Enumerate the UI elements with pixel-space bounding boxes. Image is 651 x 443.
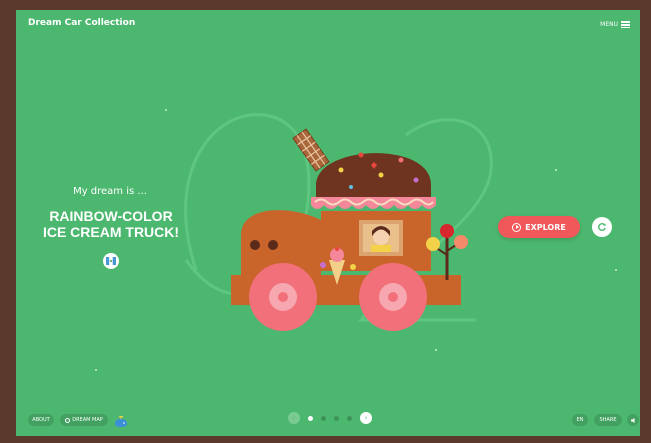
app-logo[interactable]: Dream Car Collection bbox=[28, 18, 135, 28]
guatemala-flag-icon bbox=[103, 253, 119, 269]
about-button[interactable]: ABOUT bbox=[28, 414, 54, 426]
dream-title-line1: RAINBOW-COLOR bbox=[49, 208, 173, 224]
language-button[interactable]: EN bbox=[572, 414, 588, 426]
ice-cream-truck-illustration bbox=[231, 128, 468, 331]
map-pin-icon bbox=[65, 417, 71, 423]
hamburger-icon bbox=[621, 20, 630, 30]
share-label: SHARE bbox=[599, 417, 617, 423]
pager: ‹ › bbox=[288, 412, 372, 424]
share-button[interactable]: SHARE bbox=[594, 414, 622, 426]
pager-dot-1[interactable] bbox=[308, 415, 313, 421]
dream-title: RAINBOW-COLOR ICE CREAM TRUCK! bbox=[38, 208, 184, 240]
dream-map-label: DREAM MAP bbox=[72, 417, 103, 423]
language-label: EN bbox=[576, 417, 584, 423]
waffle-cookie bbox=[292, 128, 330, 172]
pager-dot-2[interactable] bbox=[321, 415, 326, 421]
menu-button[interactable]: MENU bbox=[600, 20, 630, 30]
explore-label: EXPLORE bbox=[525, 222, 566, 232]
whale-icon bbox=[114, 413, 128, 432]
explore-button[interactable]: EXPLORE bbox=[498, 216, 580, 238]
pager-dot-3[interactable] bbox=[334, 415, 339, 421]
speaker-icon[interactable] bbox=[627, 414, 639, 426]
dream-title-line2: ICE CREAM TRUCK! bbox=[42, 224, 180, 240]
dream-map-button[interactable]: DREAM MAP bbox=[60, 414, 108, 426]
app-stage: Dream Car Collection MENU My dream is ..… bbox=[16, 10, 640, 436]
rear-wheel bbox=[359, 263, 427, 331]
prev-arrow-icon[interactable]: ‹ bbox=[288, 412, 300, 424]
play-icon bbox=[512, 222, 522, 232]
next-arrow-icon[interactable]: › bbox=[360, 412, 372, 424]
refresh-icon[interactable] bbox=[592, 217, 612, 237]
about-label: ABOUT bbox=[32, 417, 50, 423]
dream-lead-text: My dream is ... bbox=[73, 186, 147, 197]
menu-label: MENU bbox=[600, 21, 618, 29]
front-wheel bbox=[249, 263, 317, 331]
pager-dot-4[interactable] bbox=[347, 415, 352, 421]
